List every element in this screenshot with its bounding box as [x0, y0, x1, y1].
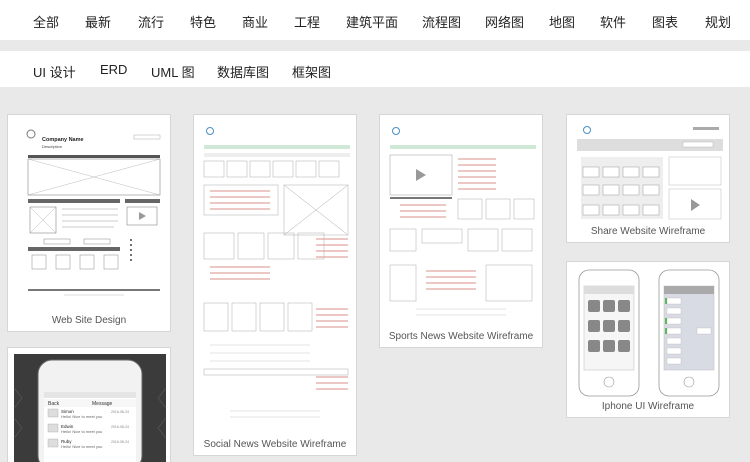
nav-item-planning[interactable]: 规划: [705, 12, 731, 31]
nav-item-software[interactable]: 软件: [600, 12, 626, 31]
nav-item-floor-plan[interactable]: 建筑平面: [346, 12, 398, 31]
subnav-item-ui-design[interactable]: UI 设计: [33, 62, 76, 81]
nav-item-flowchart[interactable]: 流程图: [422, 12, 461, 31]
nav-item-charts[interactable]: 图表: [652, 12, 678, 31]
subnav-item-database[interactable]: 数据库图: [217, 62, 269, 81]
contact-date: 2016-08-24: [111, 410, 129, 414]
nav-item-featured[interactable]: 特色: [190, 12, 216, 31]
contact-date: 2016-08-24: [111, 440, 129, 444]
nav-item-all[interactable]: 全部: [33, 12, 59, 31]
contact-message: Hello! Nice to meet you: [61, 444, 102, 449]
template-caption: Social News Website Wireframe: [203, 439, 347, 450]
back-link: Back: [48, 401, 60, 407]
category-nav: 全部 最新 流行 特色 商业 工程 建筑平面 流程图 网络图 地图 软件 图表 …: [0, 0, 750, 40]
template-card-social-news[interactable]: Social News Website Wireframe: [193, 114, 357, 456]
template-thumbnail: Company Name Description: [14, 121, 164, 301]
template-card-iphone-ui[interactable]: Iphone UI Wireframe: [566, 261, 730, 418]
description-text: Description: [42, 144, 62, 149]
subnav-item-uml[interactable]: UML 图: [151, 62, 195, 81]
template-thumbnail: Back Message Simon Hello! Nice to meet y…: [8, 348, 170, 462]
subnav-item-erd[interactable]: ERD: [100, 62, 127, 77]
template-card-share-website[interactable]: Share Website Wireframe: [566, 114, 730, 243]
nav-item-business[interactable]: 商业: [242, 12, 268, 31]
template-caption: Sports News Website Wireframe: [388, 331, 534, 342]
template-card-web-site-design[interactable]: Company Name Description Web Site Design: [7, 114, 171, 332]
contact-message: Hello! Nice to meet you: [61, 429, 102, 434]
contact-message: Hello! Nice to meet you: [61, 414, 102, 419]
contact-date: 2016-08-24: [111, 425, 129, 429]
message-title: Message: [92, 401, 113, 407]
nav-item-latest[interactable]: 最新: [85, 12, 111, 31]
template-caption: Web Site Design: [51, 315, 127, 326]
template-thumbnail: [573, 121, 723, 221]
template-thumbnail: [386, 121, 536, 321]
template-caption: Iphone UI Wireframe: [601, 401, 695, 412]
nav-item-map[interactable]: 地图: [549, 12, 575, 31]
nav-item-network[interactable]: 网络图: [485, 12, 524, 31]
template-card-sports-news[interactable]: Sports News Website Wireframe: [379, 114, 543, 348]
template-thumbnail: [573, 268, 723, 398]
nav-item-engineering[interactable]: 工程: [294, 12, 320, 31]
subcategory-nav: UI 设计 ERD UML 图 数据库图 框架图: [0, 51, 750, 87]
company-name-text: Company Name: [42, 137, 84, 143]
template-card-iphone-messages[interactable]: Back Message Simon Hello! Nice to meet y…: [7, 347, 171, 462]
subnav-item-framework[interactable]: 框架图: [292, 62, 331, 81]
template-caption: Share Website Wireframe: [590, 226, 706, 237]
nav-item-popular[interactable]: 流行: [138, 12, 164, 31]
template-thumbnail: [200, 121, 350, 421]
